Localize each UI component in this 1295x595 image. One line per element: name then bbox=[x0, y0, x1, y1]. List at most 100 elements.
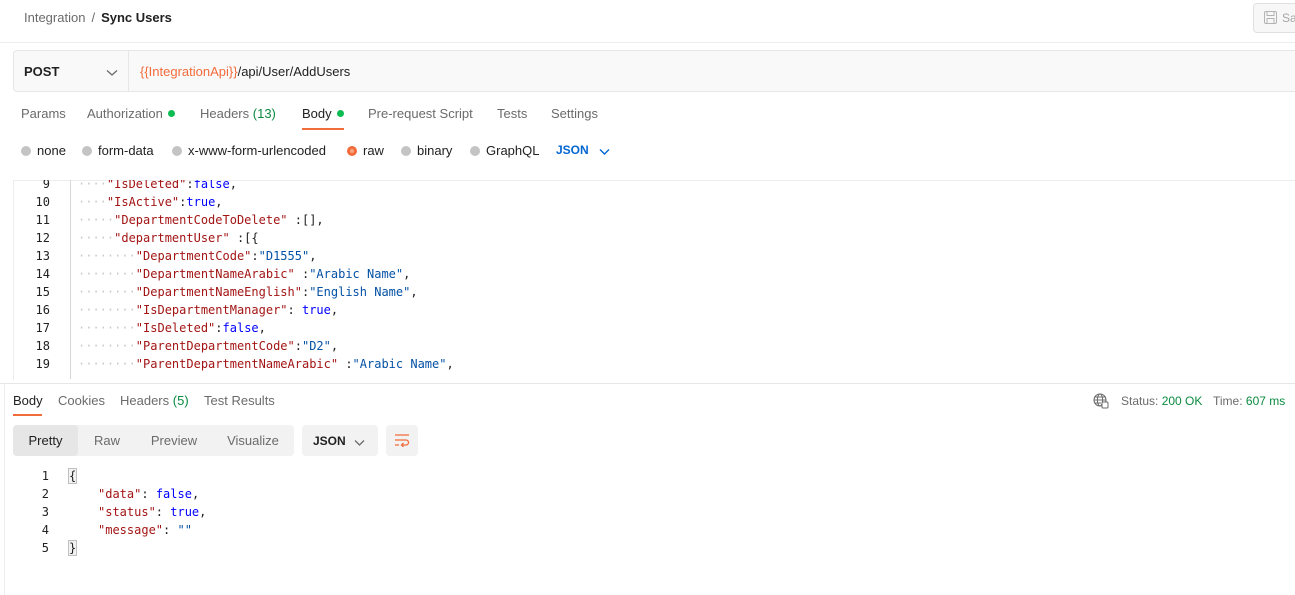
radio-circle bbox=[21, 146, 31, 156]
active-tab-indicator bbox=[302, 128, 344, 130]
tab-label: Headers bbox=[120, 393, 170, 408]
code-line: ·····"departmentUser" :[{ bbox=[78, 231, 259, 245]
response-tab-cookies[interactable]: Cookies bbox=[58, 393, 105, 408]
line-number: 9 bbox=[42, 180, 50, 191]
line-number: 14 bbox=[35, 267, 50, 281]
code-line: ·····"DepartmentCodeToDelete" :[], bbox=[78, 213, 324, 227]
line-number: 18 bbox=[35, 339, 50, 353]
radio-circle bbox=[470, 146, 480, 156]
active-tab-indicator bbox=[13, 414, 42, 416]
radio-label: GraphQL bbox=[486, 143, 540, 158]
view-visualize-button[interactable]: Visualize bbox=[219, 425, 287, 456]
line-number: 15 bbox=[35, 285, 50, 299]
url-bar: POST {{IntegrationApi}}/api/User/AddUser… bbox=[13, 50, 1295, 92]
code-line: ········"ParentDepartmentNameArabic" :"A… bbox=[78, 357, 454, 371]
body-language-select[interactable]: JSON bbox=[556, 143, 610, 157]
radio-label: form-data bbox=[98, 143, 154, 158]
line-number: 19 bbox=[35, 357, 50, 371]
view-pretty-button[interactable]: Pretty bbox=[13, 425, 78, 456]
line-number: 4 bbox=[41, 523, 49, 537]
radio-label: none bbox=[37, 143, 66, 158]
method-select[interactable]: POST bbox=[14, 51, 129, 91]
chevron-down-icon bbox=[106, 65, 118, 80]
code-line: "message": "" bbox=[98, 523, 192, 537]
breadcrumb-parent[interactable]: Integration bbox=[24, 10, 85, 25]
url-variable: {{IntegrationApi}} bbox=[140, 64, 238, 79]
response-format-label: JSON bbox=[313, 434, 346, 448]
time-label: Time: bbox=[1213, 394, 1243, 408]
chevron-down-icon bbox=[599, 145, 610, 159]
breadcrumb-separator: / bbox=[91, 10, 96, 25]
globe-icon[interactable] bbox=[1093, 393, 1109, 412]
code-line: "data": false, bbox=[98, 487, 200, 501]
tab-label: Body bbox=[302, 106, 332, 121]
tab-label: Pre-request Script bbox=[368, 106, 473, 121]
method-label: POST bbox=[24, 64, 60, 79]
request-code-viewport: 9 ····"IsDeleted":false, 10 ····"IsActive":… bbox=[0, 180, 1295, 379]
code-line: ····"IsDeleted":false, bbox=[78, 180, 237, 191]
tab-count: (5) bbox=[172, 393, 189, 408]
tab-settings[interactable]: Settings bbox=[551, 106, 598, 121]
tab-tests[interactable]: Tests bbox=[497, 106, 527, 121]
url-path: /api/User/AddUsers bbox=[237, 64, 351, 79]
status-value: 200 OK bbox=[1161, 394, 1203, 408]
tab-pre-request-script[interactable]: Pre-request Script bbox=[368, 106, 473, 121]
radio-graphql[interactable]: GraphQL bbox=[470, 143, 539, 158]
tab-label: Body bbox=[13, 393, 43, 408]
code-line: ········"DepartmentNameArabic" :"Arabic … bbox=[78, 267, 411, 281]
view-raw-button[interactable]: Raw bbox=[85, 425, 129, 456]
view-mode-group: Pretty Raw Preview Visualize bbox=[13, 425, 294, 456]
radio-form-data[interactable]: form-data bbox=[82, 143, 154, 158]
response-tab-headers[interactable]: Headers (5) bbox=[120, 393, 189, 408]
body-language-label: JSON bbox=[556, 143, 589, 157]
code-line: ········"IsDepartmentManager": true, bbox=[78, 303, 339, 317]
tab-authorization[interactable]: Authorization bbox=[87, 106, 175, 121]
tab-label: Tests bbox=[497, 106, 528, 121]
tab-label: Test Results bbox=[204, 393, 275, 408]
status-label: Status: bbox=[1121, 394, 1159, 408]
tab-label: Headers bbox=[200, 106, 250, 121]
code-line: } bbox=[67, 540, 78, 556]
save-button-label: Sa bbox=[1282, 11, 1295, 25]
tab-body[interactable]: Body bbox=[302, 106, 344, 121]
line-number: 12 bbox=[35, 231, 50, 245]
response-tab-body[interactable]: Body bbox=[13, 393, 43, 408]
status-dot-icon bbox=[336, 110, 344, 117]
radio-none[interactable]: none bbox=[21, 143, 66, 158]
tab-label: Settings bbox=[551, 106, 598, 121]
radio-circle bbox=[401, 146, 411, 156]
line-number: 17 bbox=[35, 321, 50, 335]
tab-label: Cookies bbox=[58, 393, 105, 408]
code-line: ········"DepartmentCode":"D1555", bbox=[78, 249, 317, 263]
radio-circle bbox=[82, 146, 92, 156]
response-tab-test-results[interactable]: Test Results bbox=[204, 393, 275, 408]
tab-label: Authorization bbox=[87, 106, 163, 121]
radio-circle bbox=[172, 146, 182, 156]
line-number: 16 bbox=[35, 303, 50, 317]
line-number: 13 bbox=[35, 249, 50, 263]
radio-label: binary bbox=[417, 143, 453, 158]
chevron-down-icon bbox=[354, 435, 365, 450]
code-line: "status": true, bbox=[98, 505, 207, 519]
line-number: 11 bbox=[35, 213, 50, 227]
view-preview-button[interactable]: Preview bbox=[143, 425, 205, 456]
save-button[interactable]: Sa bbox=[1253, 3, 1295, 33]
response-format-select[interactable]: JSON bbox=[302, 425, 378, 456]
response-pane-edge bbox=[4, 383, 5, 595]
line-number: 10 bbox=[35, 195, 50, 209]
radio-x-www-form-urlencoded[interactable]: x-www-form-urlencoded bbox=[172, 143, 326, 158]
radio-binary[interactable]: binary bbox=[401, 143, 452, 158]
radio-circle-selected bbox=[347, 146, 357, 156]
url-input[interactable]: {{IntegrationApi}}/api/User/AddUsers bbox=[140, 64, 350, 79]
pane-divider[interactable] bbox=[0, 383, 1295, 384]
request-name[interactable]: Sync Users bbox=[101, 10, 172, 25]
code-line: ····"IsActive":true, bbox=[78, 195, 223, 209]
radio-raw[interactable]: raw bbox=[347, 143, 384, 158]
code-line: ········"IsDeleted":false, bbox=[78, 321, 266, 335]
code-line: ········"ParentDepartmentCode":"D2", bbox=[78, 339, 339, 353]
response-status[interactable]: Status: 200 OK bbox=[1121, 394, 1202, 408]
tab-params[interactable]: Params bbox=[21, 106, 66, 121]
response-time[interactable]: Time: 607 ms bbox=[1213, 394, 1285, 408]
wrap-lines-button[interactable] bbox=[386, 425, 418, 456]
tab-headers[interactable]: Headers (13) bbox=[200, 106, 276, 121]
